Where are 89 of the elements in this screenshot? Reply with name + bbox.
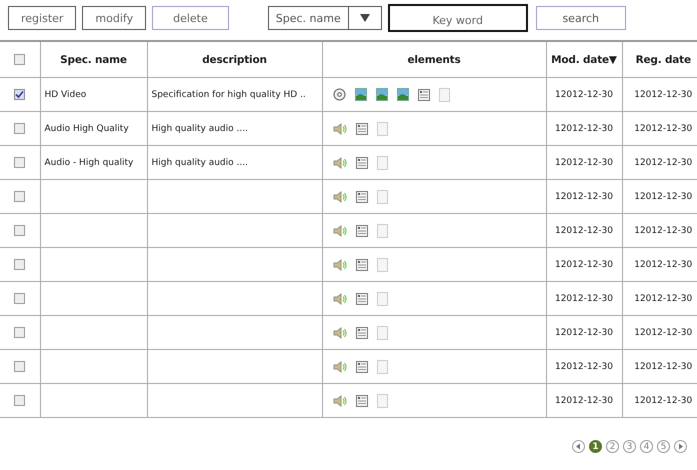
previous-page-icon[interactable] <box>572 440 585 453</box>
caret-icon <box>360 14 370 22</box>
checkbox[interactable] <box>14 89 26 100</box>
table-cell: HD Video <box>44 90 86 100</box>
table-cell: 12012-12-30 <box>554 90 614 100</box>
table-cell: 12012-12-30 <box>554 362 614 372</box>
speaker-icon <box>332 122 346 134</box>
blank-page-icon <box>376 224 388 238</box>
table-cell: Audio - High quality <box>44 158 134 168</box>
table-cell: 12012-12-30 <box>634 294 692 304</box>
checkbox[interactable] <box>14 157 26 168</box>
table-cell: Audio High Quality <box>44 124 129 134</box>
search-button[interactable]: search <box>536 6 626 30</box>
page-button[interactable]: 5 <box>657 440 670 453</box>
page-button[interactable]: 4 <box>640 440 653 453</box>
blank-page-icon <box>376 190 388 204</box>
column-header[interactable]: Mod. date▼ <box>546 41 622 78</box>
form-icon <box>356 292 368 304</box>
table-cell: 12012-12-30 <box>554 294 614 304</box>
table-cell: 12012-12-30 <box>634 328 692 338</box>
checkbox[interactable] <box>14 191 26 202</box>
blank-page-icon <box>376 122 388 136</box>
form-icon <box>356 326 368 338</box>
table-cell: High quality audio .... <box>152 124 248 134</box>
table-cell: 12012-12-30 <box>554 260 614 270</box>
page-button[interactable]: 3 <box>623 440 636 453</box>
image-file-icon <box>376 88 388 101</box>
table-cell: 12012-12-30 <box>634 396 692 406</box>
form-icon <box>356 122 368 134</box>
speaker-icon <box>332 156 346 168</box>
blank-page-icon <box>438 88 450 102</box>
form-icon <box>418 88 430 100</box>
register-button[interactable]: register <box>8 6 76 30</box>
column-header[interactable]: Reg. date <box>622 41 697 78</box>
filter-dropdown[interactable]: Spec. name <box>268 6 382 30</box>
page-button[interactable]: 1 <box>589 440 602 453</box>
checkbox[interactable] <box>14 259 26 270</box>
disc-icon <box>332 88 346 101</box>
form-icon <box>356 190 368 202</box>
checkbox[interactable] <box>14 293 26 304</box>
form-icon <box>356 156 368 168</box>
table-cell: 12012-12-30 <box>554 158 614 168</box>
column-header[interactable]: elements <box>322 41 546 78</box>
table-cell: High quality audio .... <box>152 158 248 168</box>
column-header[interactable]: Spec. name <box>40 41 147 78</box>
blank-page-icon <box>376 394 388 408</box>
speaker-icon <box>332 258 346 270</box>
blank-page-icon <box>376 292 388 306</box>
blank-page-icon <box>376 258 388 272</box>
column-header[interactable]: description <box>147 41 322 78</box>
image-file-icon <box>396 88 408 101</box>
checkbox[interactable] <box>14 395 26 406</box>
speaker-icon <box>332 292 346 304</box>
table-cell: 12012-12-30 <box>634 90 692 100</box>
checkbox[interactable] <box>14 225 26 236</box>
keyword-field[interactable]: Key word <box>388 4 528 32</box>
table-cell: 12012-12-30 <box>634 362 692 372</box>
form-icon <box>356 360 368 372</box>
blank-page-icon <box>376 156 388 170</box>
table-cell: 12012-12-30 <box>554 328 614 338</box>
speaker-icon <box>332 224 346 236</box>
table-cell: 12012-12-30 <box>634 158 692 168</box>
table-cell: Specification for high quality HD .. <box>152 90 306 100</box>
modify-button[interactable]: modify <box>82 6 146 30</box>
form-icon <box>356 224 368 236</box>
table-cell: 12012-12-30 <box>554 192 614 202</box>
blank-page-icon <box>376 360 388 374</box>
table-cell: 12012-12-30 <box>554 226 614 236</box>
speaker-icon <box>332 326 346 338</box>
table-cell: 12012-12-30 <box>634 192 692 202</box>
checkbox[interactable] <box>14 123 26 134</box>
table-cell: 12012-12-30 <box>554 124 614 134</box>
table-cell: 12012-12-30 <box>634 226 692 236</box>
form-icon <box>356 394 368 406</box>
checkbox[interactable] <box>14 54 26 66</box>
checkbox[interactable] <box>14 327 26 338</box>
form-icon <box>356 258 368 270</box>
table-cell: 12012-12-30 <box>634 124 692 134</box>
delete-button[interactable]: delete <box>152 6 229 30</box>
checkbox[interactable] <box>14 361 26 372</box>
next-page-icon[interactable] <box>674 440 687 453</box>
speaker-icon <box>332 394 346 406</box>
table-cell: 12012-12-30 <box>554 396 614 406</box>
image-file-icon <box>354 88 366 101</box>
speaker-icon <box>332 360 346 372</box>
speaker-icon <box>332 190 346 202</box>
page-button[interactable]: 2 <box>606 440 619 453</box>
table-cell: 12012-12-30 <box>634 260 692 270</box>
blank-page-icon <box>376 326 388 340</box>
